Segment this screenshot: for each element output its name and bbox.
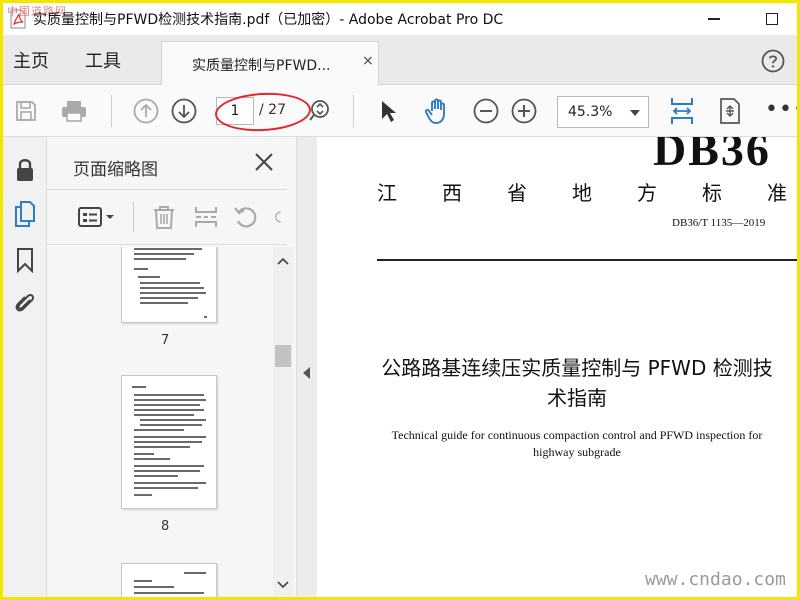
toolbar-divider <box>353 95 354 127</box>
standard-title-char: 标 <box>702 181 722 205</box>
standard-title-char: 江 <box>377 181 397 205</box>
zoom-in-icon[interactable] <box>509 97 539 125</box>
pages-icon[interactable] <box>12 201 38 227</box>
extract-pages-icon[interactable] <box>193 204 219 230</box>
page-thumbnail[interactable] <box>121 247 217 323</box>
standard-title-char: 地 <box>572 181 592 205</box>
standard-title-char: 方 <box>637 181 657 205</box>
rotate-clockwise-icon[interactable] <box>273 204 287 230</box>
document-title-en: Technical guide for continuous compactio… <box>367 427 787 461</box>
standard-number: DB36/T 1135—2019 <box>672 217 766 229</box>
tab-document[interactable]: 实质量控制与PFWD... × <box>161 41 379 86</box>
zoom-out-icon[interactable] <box>471 97 501 125</box>
thumbnail-scrollbar[interactable] <box>273 247 293 597</box>
rotate-view-icon[interactable] <box>715 97 745 125</box>
rotate-counterclockwise-icon[interactable] <box>233 204 259 230</box>
scroll-up-icon[interactable] <box>277 257 289 265</box>
page-down-icon[interactable] <box>169 97 199 125</box>
site-watermark: www.cndao.com <box>645 569 786 590</box>
attachment-icon[interactable] <box>12 291 38 317</box>
chevron-down-icon <box>630 110 640 116</box>
title-cn-line: 公路路基连续压实质量控制与 PFWD 检测技 <box>381 356 773 380</box>
bookmark-icon[interactable] <box>12 247 38 273</box>
thumbnail-list[interactable]: 7 8 <box>47 247 293 597</box>
window-title: 实质量控制与PFWD检测技术指南.pdf（已加密）- Adobe Acrobat… <box>33 12 504 28</box>
collapse-panel-handle[interactable] <box>297 137 317 597</box>
page-up-icon[interactable] <box>131 97 161 125</box>
save-icon[interactable] <box>11 97 41 125</box>
toolbar-divider <box>111 95 112 127</box>
page-thumbnail[interactable] <box>121 563 217 597</box>
standard-code-header: DB36 <box>653 137 771 175</box>
tab-bar: 主页 工具 实质量控制与PFWD... × <box>3 35 797 86</box>
header-rule <box>377 259 797 261</box>
document-tab-label: 实质量控制与PFWD... <box>192 58 331 74</box>
toolbar: 1 / 27 45.3% ••• <box>3 85 797 137</box>
lock-icon[interactable] <box>12 157 38 183</box>
page-search-icon[interactable] <box>305 97 335 125</box>
navigation-rail <box>3 137 47 597</box>
standard-title-char: 省 <box>507 181 527 205</box>
help-icon[interactable] <box>761 49 785 73</box>
panel-title: 页面缩略图 <box>73 160 158 180</box>
minimize-button[interactable] <box>697 7 731 31</box>
trash-icon[interactable] <box>151 204 177 230</box>
tab-tools[interactable]: 工具 <box>85 47 121 73</box>
standard-title-char: 准 <box>767 181 787 205</box>
chevron-left-icon <box>303 367 310 379</box>
panel-divider <box>133 202 134 232</box>
scroll-down-icon[interactable] <box>277 581 289 589</box>
title-bar: 中国道路网 实质量控制与PFWD检测技术指南.pdf（已加密）- Adobe A… <box>3 3 797 35</box>
close-icon[interactable] <box>253 151 275 173</box>
maximize-button[interactable] <box>755 7 789 31</box>
more-tools-button[interactable]: ••• <box>765 97 797 122</box>
page-number-label: 8 <box>161 519 170 534</box>
page-number-label: 7 <box>161 333 170 348</box>
standard-title-char: 西 <box>442 181 462 205</box>
thumbnail-options-icon[interactable] <box>77 204 117 230</box>
hand-icon[interactable] <box>423 97 453 125</box>
title-en-line: Technical guide for continuous compactio… <box>391 428 763 442</box>
zoom-select[interactable]: 45.3% <box>557 96 649 128</box>
print-icon[interactable] <box>59 97 89 125</box>
close-tab-button[interactable]: × <box>362 53 374 69</box>
thumbnail-panel: 页面缩略图 7 8 <box>47 137 297 597</box>
page-thumbnail[interactable] <box>121 375 217 509</box>
title-en-line: highway subgrade <box>533 445 621 459</box>
tab-home[interactable]: 主页 <box>13 47 49 73</box>
standard-type-title: 江 西 省 地 方 标 准 <box>377 177 787 206</box>
title-cn-line: 术指南 <box>547 386 607 410</box>
fit-page-icon[interactable] <box>667 97 697 125</box>
scrollbar-thumb[interactable] <box>275 345 291 367</box>
document-page[interactable]: DB36 江 西 省 地 方 标 准 DB36/T 1135—2019 公路路基… <box>317 137 797 597</box>
panel-toolbar <box>47 189 287 245</box>
app-window: 中国道路网 实质量控制与PFWD检测技术指南.pdf（已加密）- Adobe A… <box>3 3 797 597</box>
document-title-cn: 公路路基连续压实质量控制与 PFWD 检测技 术指南 <box>357 353 797 413</box>
zoom-value: 45.3% <box>568 104 613 120</box>
select-arrow-icon[interactable] <box>373 97 403 125</box>
